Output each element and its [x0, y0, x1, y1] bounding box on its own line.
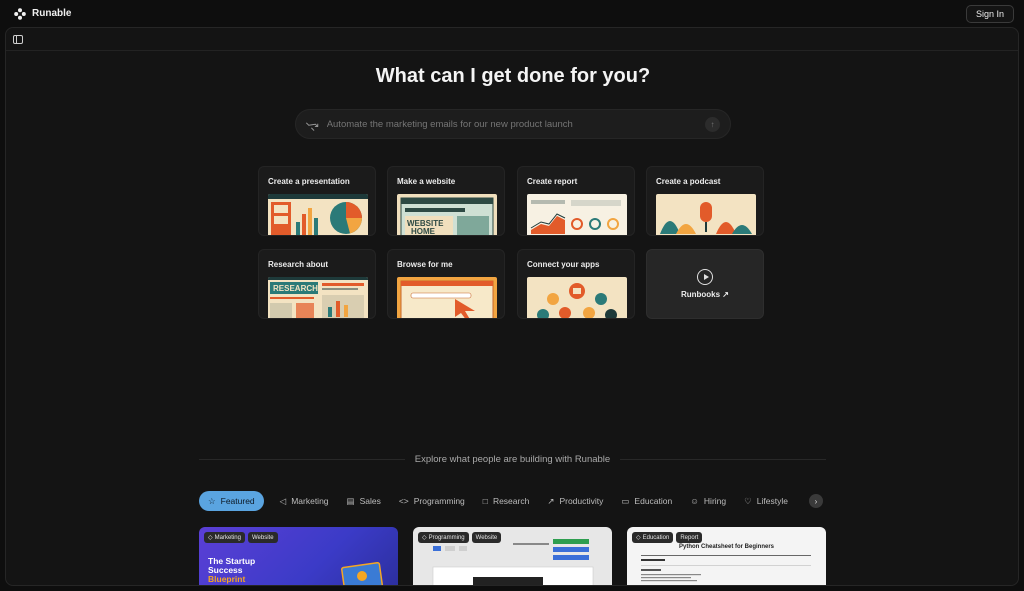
brand-name: Runable	[32, 8, 72, 19]
showcase-card[interactable]: ◇ Marketing Website The Startup Success B…	[199, 527, 398, 585]
runable-logo-icon	[14, 7, 26, 20]
tag-label: Website	[251, 534, 274, 541]
apps-illustration	[527, 277, 627, 318]
trend-icon: ↗	[547, 495, 555, 506]
tag-icon: ◇	[208, 535, 213, 541]
card-browse-for-me[interactable]: Browse for me	[387, 249, 505, 319]
tab-label: Productivity	[559, 496, 604, 506]
page-title: What can I get done for you?	[375, 65, 651, 87]
star-icon: ☆	[208, 495, 216, 506]
book-open-icon: ▭	[621, 495, 630, 506]
prompt-input[interactable]	[326, 118, 705, 130]
tag-row: ◇ Marketing Website	[204, 532, 278, 543]
podcast-illustration	[656, 194, 756, 235]
tab-research[interactable]: □ Research	[481, 491, 532, 511]
heart-icon: ♡	[744, 495, 752, 506]
card-label: Research about	[268, 260, 329, 269]
showcase-title: The Startup Success Blueprint	[208, 557, 255, 584]
tab-label: Research	[492, 496, 530, 506]
card-label: Make a website	[397, 177, 456, 186]
tab-featured[interactable]: ☆ Featured	[199, 491, 264, 511]
paperclip-icon[interactable]: ⎇	[303, 115, 321, 133]
play-circle-icon	[697, 269, 713, 285]
svg-text:HOME: HOME	[411, 227, 436, 236]
main-panel: What can I get done for you? ⎇ ↑ Create …	[5, 27, 1019, 586]
card-create-podcast[interactable]: Create a podcast	[646, 166, 764, 236]
research-illustration: RESEARCH	[268, 277, 368, 318]
tab-programming[interactable]: <> Programming	[397, 491, 467, 511]
tag[interactable]: Website	[247, 532, 278, 543]
tag-icon: ◇	[636, 535, 641, 541]
tab-label: Lifestyle	[756, 496, 788, 506]
card-runbooks[interactable]: Runbooks ↗	[646, 249, 764, 319]
card-label: Connect your apps	[527, 260, 600, 269]
card-create-presentation[interactable]: Create a presentation	[258, 166, 376, 236]
top-bar: Runable Sign In	[0, 0, 1024, 27]
tab-label: Programming	[413, 496, 465, 506]
showcase-card[interactable]: ◇ Education Report Python Cheatsheet for …	[627, 527, 826, 585]
showcase-document-image	[641, 555, 811, 582]
tab-label: Marketing	[291, 496, 329, 506]
explore-divider: Explore what people are building with Ru…	[199, 454, 826, 465]
website-illustration: WEBSITE HOME	[397, 194, 497, 236]
showcase-card[interactable]: ◇ Programming Website	[413, 527, 612, 585]
tab-hiring[interactable]: ☺ Hiring	[688, 491, 728, 511]
tag-row: ◇ Education Report	[632, 532, 703, 543]
browse-illustration	[397, 277, 497, 318]
runbooks-label: Runbooks ↗	[680, 290, 730, 299]
panel-header	[6, 28, 1018, 51]
tag-label: Report	[680, 534, 699, 541]
card-create-report[interactable]: Create report	[517, 166, 635, 236]
showcase-title: Python Cheatsheet for Beginners	[678, 544, 774, 550]
card-label: Browse for me	[397, 260, 453, 269]
chevron-right-icon[interactable]: ›	[809, 494, 823, 508]
book-icon: □	[482, 496, 488, 506]
divider-line	[199, 459, 405, 460]
megaphone-icon: ◁	[279, 495, 287, 506]
tab-label: Sales	[359, 496, 381, 506]
showcase-screenshot-image	[432, 539, 594, 585]
tab-marketing[interactable]: ◁ Marketing	[278, 491, 331, 511]
card-label: Create report	[527, 177, 578, 186]
tab-label: Hiring	[703, 496, 727, 506]
explore-heading: Explore what people are building with Ru…	[414, 454, 611, 465]
tab-label: Featured	[220, 496, 255, 506]
people-icon: ☺	[690, 496, 699, 506]
code-icon: <>	[398, 496, 409, 506]
card-research-about[interactable]: Research about RESEARCH	[258, 249, 376, 319]
send-arrow-icon[interactable]: ↑	[705, 116, 720, 132]
category-tabs: ☆ Featured ◁ Marketing ▤ Sales <> Progra…	[199, 491, 827, 511]
card-label: Create a podcast	[656, 177, 721, 186]
tag[interactable]: ◇ Marketing	[204, 532, 245, 543]
card-make-website[interactable]: Make a website WEBSITE HOME	[387, 166, 505, 236]
sidebar-toggle-icon[interactable]	[13, 34, 23, 44]
tag-label: Marketing	[214, 534, 241, 541]
showcase-thumbnail-image	[341, 561, 383, 585]
tab-productivity[interactable]: ↗ Productivity	[545, 491, 605, 511]
tag[interactable]: ◇ Education	[632, 532, 674, 543]
tag-label: Education	[642, 534, 670, 541]
tab-education[interactable]: ▭ Education	[619, 491, 674, 511]
divider-line	[620, 459, 826, 460]
tab-sales[interactable]: ▤ Sales	[345, 491, 383, 511]
sign-in-button[interactable]: Sign In	[965, 4, 1014, 23]
tag[interactable]: Report	[676, 532, 703, 543]
prompt-box[interactable]: ⎇ ↑	[295, 109, 731, 139]
brand-logo[interactable]: Runable	[14, 7, 72, 20]
report-illustration	[527, 194, 627, 235]
title-highlight: Blueprint	[208, 573, 246, 584]
chart-icon: ▤	[346, 495, 355, 506]
card-label: Create a presentation	[268, 177, 350, 186]
card-connect-apps[interactable]: Connect your apps	[517, 249, 635, 319]
tab-label: Education	[634, 496, 673, 506]
svg-text:RESEARCH: RESEARCH	[273, 284, 318, 293]
presentation-illustration	[268, 194, 368, 235]
tab-lifestyle[interactable]: ♡ Lifestyle	[742, 491, 790, 511]
